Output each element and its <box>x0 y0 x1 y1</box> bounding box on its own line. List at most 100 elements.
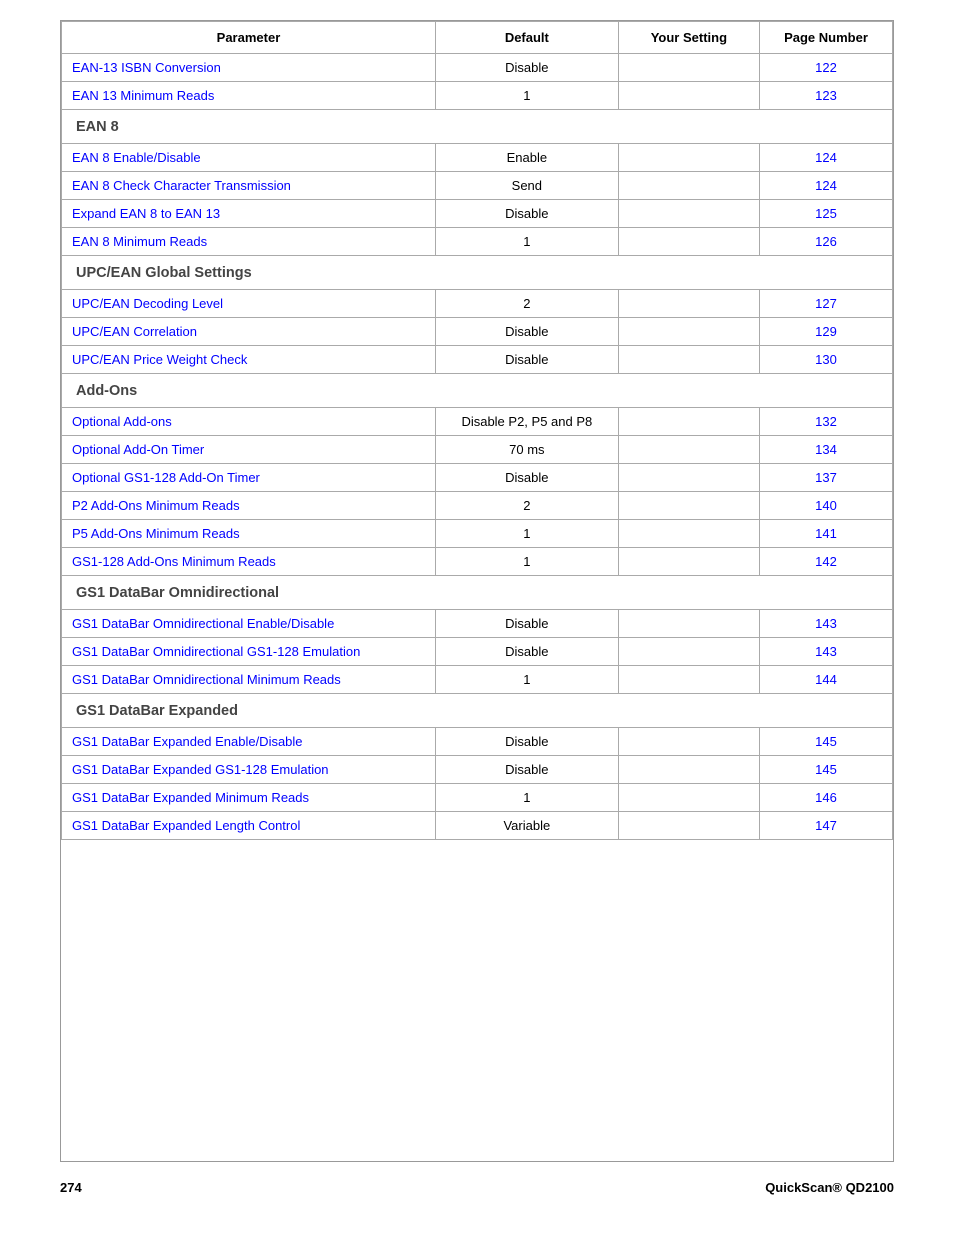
table-row: UPC/EAN Decoding Level 2 127 <box>62 290 893 318</box>
your-setting-cell <box>618 290 759 318</box>
page-num-value: 125 <box>815 206 837 221</box>
your-setting-cell <box>618 318 759 346</box>
param-link[interactable]: UPC/EAN Decoding Level <box>72 296 223 311</box>
param-link[interactable]: UPC/EAN Correlation <box>72 324 197 339</box>
default-value: 2 <box>435 290 618 318</box>
param-link[interactable]: EAN 13 Minimum Reads <box>72 88 214 103</box>
page-number-cell: 126 <box>760 228 893 256</box>
page-num-value: 143 <box>815 616 837 631</box>
param-link[interactable]: GS1 DataBar Omnidirectional Minimum Read… <box>72 672 341 687</box>
param-link[interactable]: P5 Add-Ons Minimum Reads <box>72 526 240 541</box>
default-value: Disable P2, P5 and P8 <box>435 408 618 436</box>
your-setting-cell <box>618 228 759 256</box>
default-value: 1 <box>435 228 618 256</box>
your-setting-cell <box>618 756 759 784</box>
section-header-row: GS1 DataBar Expanded <box>62 694 893 728</box>
param-link[interactable]: GS1 DataBar Omnidirectional GS1-128 Emul… <box>72 644 360 659</box>
your-setting-cell <box>618 346 759 374</box>
page-num-value: 141 <box>815 526 837 541</box>
param-link[interactable]: EAN 8 Minimum Reads <box>72 234 207 249</box>
table-row: GS1 DataBar Omnidirectional Enable/Disab… <box>62 610 893 638</box>
param-link[interactable]: GS1 DataBar Expanded Enable/Disable <box>72 734 303 749</box>
your-setting-cell <box>618 548 759 576</box>
default-value: 1 <box>435 82 618 110</box>
param-link[interactable]: GS1 DataBar Omnidirectional Enable/Disab… <box>72 616 334 631</box>
page-number-cell: 124 <box>760 172 893 200</box>
page-num-value: 147 <box>815 818 837 833</box>
section-header-row: Add-Ons <box>62 374 893 408</box>
page-num-value: 145 <box>815 762 837 777</box>
default-value: Disable <box>435 610 618 638</box>
table-row: GS1 DataBar Omnidirectional GS1-128 Emul… <box>62 638 893 666</box>
param-link[interactable]: Expand EAN 8 to EAN 13 <box>72 206 220 221</box>
page-num-value: 123 <box>815 88 837 103</box>
section-label: GS1 DataBar Omnidirectional <box>76 585 279 601</box>
page-num-value: 142 <box>815 554 837 569</box>
page-num-value: 134 <box>815 442 837 457</box>
table-row: P5 Add-Ons Minimum Reads1141 <box>62 520 893 548</box>
your-setting-cell <box>618 638 759 666</box>
page-number-cell: 132 <box>760 408 893 436</box>
default-value: 1 <box>435 548 618 576</box>
section-label: Add-Ons <box>76 383 137 399</box>
section-header-row: EAN 8 <box>62 110 893 144</box>
page-number-cell: 143 <box>760 638 893 666</box>
your-setting-cell <box>618 200 759 228</box>
param-link[interactable]: GS1-128 Add-Ons Minimum Reads <box>72 554 276 569</box>
footer-brand: QuickScan® QD2100 <box>765 1180 894 1195</box>
default-value: Variable <box>435 812 618 840</box>
page-footer: 274 QuickScan® QD2100 <box>60 1162 894 1195</box>
your-setting-cell <box>618 520 759 548</box>
your-setting-cell <box>618 492 759 520</box>
param-link[interactable]: Optional GS1-128 Add-On Timer <box>72 470 260 485</box>
param-link[interactable]: UPC/EAN Price Weight Check <box>72 352 247 367</box>
page-num-value: 143 <box>815 644 837 659</box>
param-link[interactable]: GS1 DataBar Expanded GS1-128 Emulation <box>72 762 329 777</box>
param-link[interactable]: P2 Add-Ons Minimum Reads <box>72 498 240 513</box>
default-value: Disable <box>435 756 618 784</box>
page-num-value: 145 <box>815 734 837 749</box>
table-row: EAN 8 Minimum Reads 1 126 <box>62 228 893 256</box>
param-link[interactable]: Optional Add-On Timer <box>72 442 204 457</box>
table-row: UPC/EAN Price Weight CheckDisable130 <box>62 346 893 374</box>
your-setting-cell <box>618 436 759 464</box>
page-number-cell: 145 <box>760 756 893 784</box>
your-setting-cell <box>618 784 759 812</box>
header-page-number: Page Number <box>760 22 893 54</box>
param-link[interactable]: GS1 DataBar Expanded Length Control <box>72 818 300 833</box>
default-value: Send <box>435 172 618 200</box>
page-number-cell: 127 <box>760 290 893 318</box>
your-setting-cell <box>618 610 759 638</box>
table-row: UPC/EAN CorrelationDisable129 <box>62 318 893 346</box>
page-number-cell: 130 <box>760 346 893 374</box>
page-number-cell: 147 <box>760 812 893 840</box>
table-row: GS1 DataBar Expanded Length Control Varia… <box>62 812 893 840</box>
param-link[interactable]: Optional Add-ons <box>72 414 172 429</box>
page-number-cell: 122 <box>760 54 893 82</box>
footer-page-number: 274 <box>60 1180 82 1195</box>
default-value: Disable <box>435 728 618 756</box>
section-label: EAN 8 <box>76 119 119 135</box>
page-num-value: 126 <box>815 234 837 249</box>
page-number-cell: 125 <box>760 200 893 228</box>
page-num-value: 146 <box>815 790 837 805</box>
table-row: GS1 DataBar Omnidirectional Minimum Read… <box>62 666 893 694</box>
table-row: Optional Add-On Timer70 ms134 <box>62 436 893 464</box>
param-link[interactable]: EAN 8 Enable/Disable <box>72 150 201 165</box>
page-num-value: 130 <box>815 352 837 367</box>
param-link[interactable]: GS1 DataBar Expanded Minimum Reads <box>72 790 309 805</box>
table-row: EAN 8 Check Character Transmission Send 12… <box>62 172 893 200</box>
page-number-cell: 129 <box>760 318 893 346</box>
your-setting-cell <box>618 728 759 756</box>
page-number-cell: 141 <box>760 520 893 548</box>
table-row: EAN 8 Enable/DisableEnable124 <box>62 144 893 172</box>
table-row: GS1-128 Add-Ons Minimum Reads 1 142 <box>62 548 893 576</box>
header-your-setting: Your Setting <box>618 22 759 54</box>
page-num-value: 122 <box>815 60 837 75</box>
param-link[interactable]: EAN 8 Check Character Transmission <box>72 178 291 193</box>
table-row: Optional Add-ons Disable P2, P5 and P8 132 <box>62 408 893 436</box>
main-table-container: Parameter Default Your Setting Page Numb… <box>60 20 894 1162</box>
table-row: GS1 DataBar Expanded GS1-128 Emulation Di… <box>62 756 893 784</box>
param-link[interactable]: EAN-13 ISBN Conversion <box>72 60 221 75</box>
your-setting-cell <box>618 82 759 110</box>
